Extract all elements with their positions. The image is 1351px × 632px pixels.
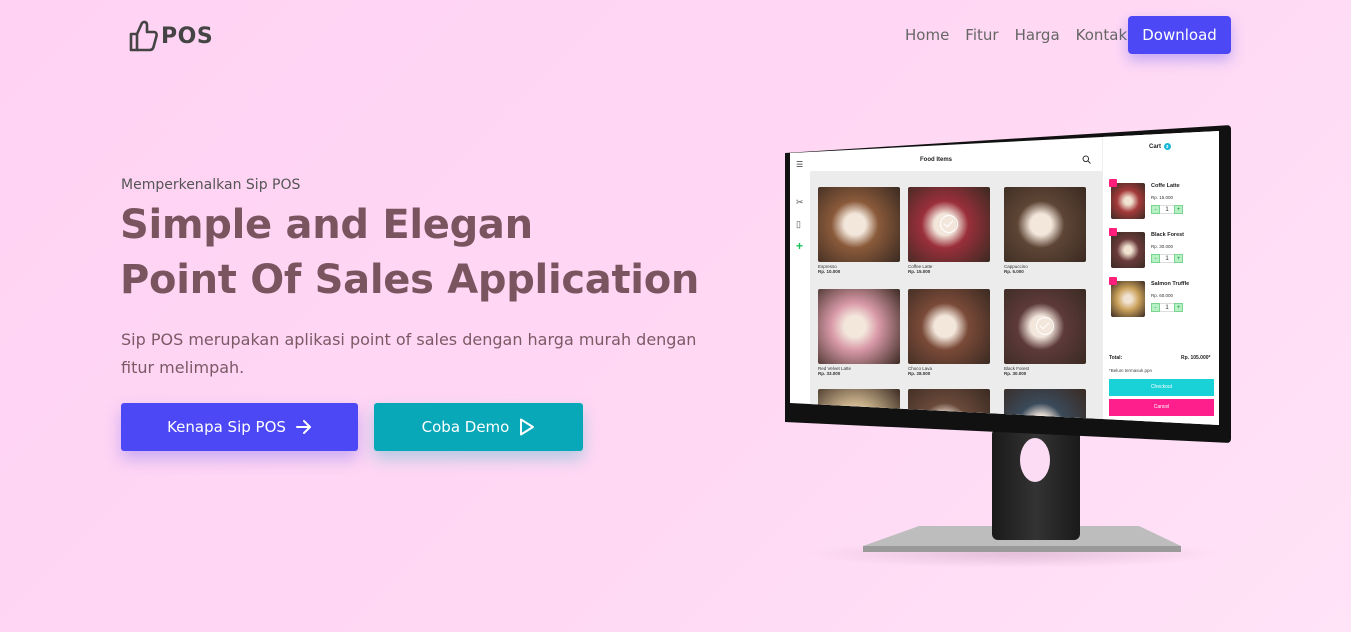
brand-logo[interactable]: POS [128, 18, 213, 54]
try-demo-button[interactable]: Coba Demo [374, 403, 583, 451]
quantity-value: 1 [1160, 254, 1174, 263]
utensils-icon[interactable]: ✂ [796, 197, 804, 208]
food-grid: Espresso Rp. 10.000 Coffee Latte Rp. 15.000… [810, 171, 1102, 425]
food-item-price: Rp. 15.000 [908, 269, 931, 274]
cancel-button[interactable]: Cancel [1109, 399, 1214, 416]
hero-description: Sip POS merupakan aplikasi point of sale… [121, 330, 697, 377]
thumbs-up-icon [129, 20, 158, 52]
cable-hole [1020, 438, 1050, 482]
cart-item-name: Salmon Truffle [1151, 281, 1190, 287]
food-item-price: Rp. 30.000 [1004, 371, 1027, 376]
cart-item-image [1111, 232, 1145, 268]
receipt-icon[interactable]: ▯ [796, 219, 801, 230]
hero-intro: Memperkenalkan Sip POS [121, 177, 301, 193]
increase-qty-button[interactable]: + [1174, 254, 1183, 263]
increase-qty-button[interactable]: + [1174, 205, 1183, 214]
nav-link-kontak[interactable]: Kontak [1076, 26, 1128, 44]
cart-panel: Cart 3 Coffe Latte Rp. 15.000-1 + Black For… [1102, 131, 1219, 425]
food-item-image [1004, 289, 1086, 364]
food-item-card[interactable]: Coffee Latte Rp. 15.000 [908, 187, 990, 274]
increase-qty-button[interactable]: + [1174, 303, 1183, 312]
food-item-card[interactable]: Espresso Rp. 10.000 [818, 187, 900, 274]
food-item-price: Rp. 5.000 [1004, 269, 1024, 274]
cart-count-badge: 3 [1163, 143, 1171, 150]
cart-item: Coffe Latte Rp. 15.000 -1 + [1109, 179, 1219, 223]
arrow-right-icon [295, 420, 311, 434]
quantity-stepper: -1 + [1151, 303, 1183, 312]
checkout-button[interactable]: Checkout [1109, 379, 1214, 396]
cart-item: Salmon Truffle Rp. 60.000 -1 + [1109, 277, 1219, 321]
food-item-image [1004, 187, 1086, 262]
food-item-image [818, 187, 900, 262]
food-item-image [908, 289, 990, 364]
headline-line-2: Point Of Sales Application [120, 257, 700, 303]
cart-title: Cart 3 [1149, 143, 1171, 150]
monitor-mockup: ☰ Food Items ✂ ▯ + Espresso Rp. 10.000 Cof… [785, 120, 1231, 570]
nav-link-fitur[interactable]: Fitur [965, 26, 998, 44]
decrease-qty-button[interactable]: - [1151, 303, 1160, 312]
quantity-stepper: -1 + [1151, 254, 1183, 263]
hamburger-menu-icon[interactable]: ☰ [796, 160, 803, 169]
add-icon[interactable]: + [796, 239, 803, 253]
cart-item-image [1111, 183, 1145, 219]
food-item-price: Rp. 33.000 [818, 371, 841, 376]
nav-link-home[interactable]: Home [905, 26, 949, 44]
quantity-stepper: -1 + [1151, 205, 1183, 214]
search-icon[interactable] [1082, 155, 1091, 164]
quantity-value: 1 [1160, 303, 1174, 312]
cart-item-price: Rp. 60.000 [1151, 293, 1174, 298]
quantity-value: 1 [1160, 205, 1174, 214]
try-demo-label: Coba Demo [421, 418, 510, 436]
headline-line-1: Simple and Elegan [120, 202, 533, 248]
delete-item-icon[interactable] [1109, 179, 1117, 187]
food-item-image [908, 187, 990, 262]
selected-check-icon [1036, 317, 1054, 335]
decrease-qty-button[interactable]: - [1151, 254, 1160, 263]
food-item-price: Rp. 10.000 [818, 269, 841, 274]
food-item-card[interactable]: Black Forest Rp. 30.000 [1004, 289, 1086, 376]
cart-item-name: Black Forest [1151, 232, 1185, 238]
why-sip-pos-button[interactable]: Kenapa Sip POS [121, 403, 358, 451]
why-sip-pos-label: Kenapa Sip POS [167, 418, 286, 436]
food-item-card[interactable]: Choco Lava Rp. 28.000 [908, 289, 990, 376]
navbar: POS Home Fitur Harga Kontak Download [0, 0, 1351, 70]
cart-item-price: Rp. 15.000 [1151, 195, 1174, 200]
cart-item-price: Rp. 30.000 [1151, 244, 1174, 249]
brand-name: POS [161, 23, 214, 49]
cart-item-image [1111, 281, 1145, 317]
cart-title-label: Cart [1149, 144, 1162, 150]
food-item-image [818, 289, 900, 364]
delete-item-icon[interactable] [1109, 228, 1117, 236]
decrease-qty-button[interactable]: - [1151, 205, 1160, 214]
nav-link-harga[interactable]: Harga [1015, 26, 1060, 44]
delete-item-icon[interactable] [1109, 277, 1117, 285]
pos-section-title: Food Items [920, 157, 953, 163]
selected-check-icon [940, 215, 958, 233]
cart-tax-note: *Belum termasuk ppn [1109, 368, 1153, 373]
play-icon [520, 418, 535, 436]
cart-item: Black Forest Rp. 30.000 -1 + [1109, 228, 1219, 272]
nav-links: Home Fitur Harga Kontak [897, 26, 1135, 44]
monitor-neck [992, 430, 1080, 540]
cart-item-name: Coffe Latte [1151, 183, 1180, 189]
food-item-price: Rp. 28.000 [908, 371, 931, 376]
pos-app-screen: ☰ Food Items ✂ ▯ + Espresso Rp. 10.000 Cof… [790, 131, 1219, 425]
download-button[interactable]: Download [1128, 16, 1231, 54]
cart-total-value: Rp. 105.000* [1181, 355, 1211, 361]
hero-headline: Simple and Elegan Point Of Sales Applica… [120, 198, 699, 308]
food-item-card[interactable]: Cappuccino Rp. 5.000 [1004, 187, 1086, 274]
cart-total-label: Total: [1109, 355, 1123, 361]
pos-sidebar: ✂ ▯ + [790, 175, 810, 425]
food-item-card[interactable]: Red Velvet Latte Rp. 33.000 [818, 289, 900, 376]
